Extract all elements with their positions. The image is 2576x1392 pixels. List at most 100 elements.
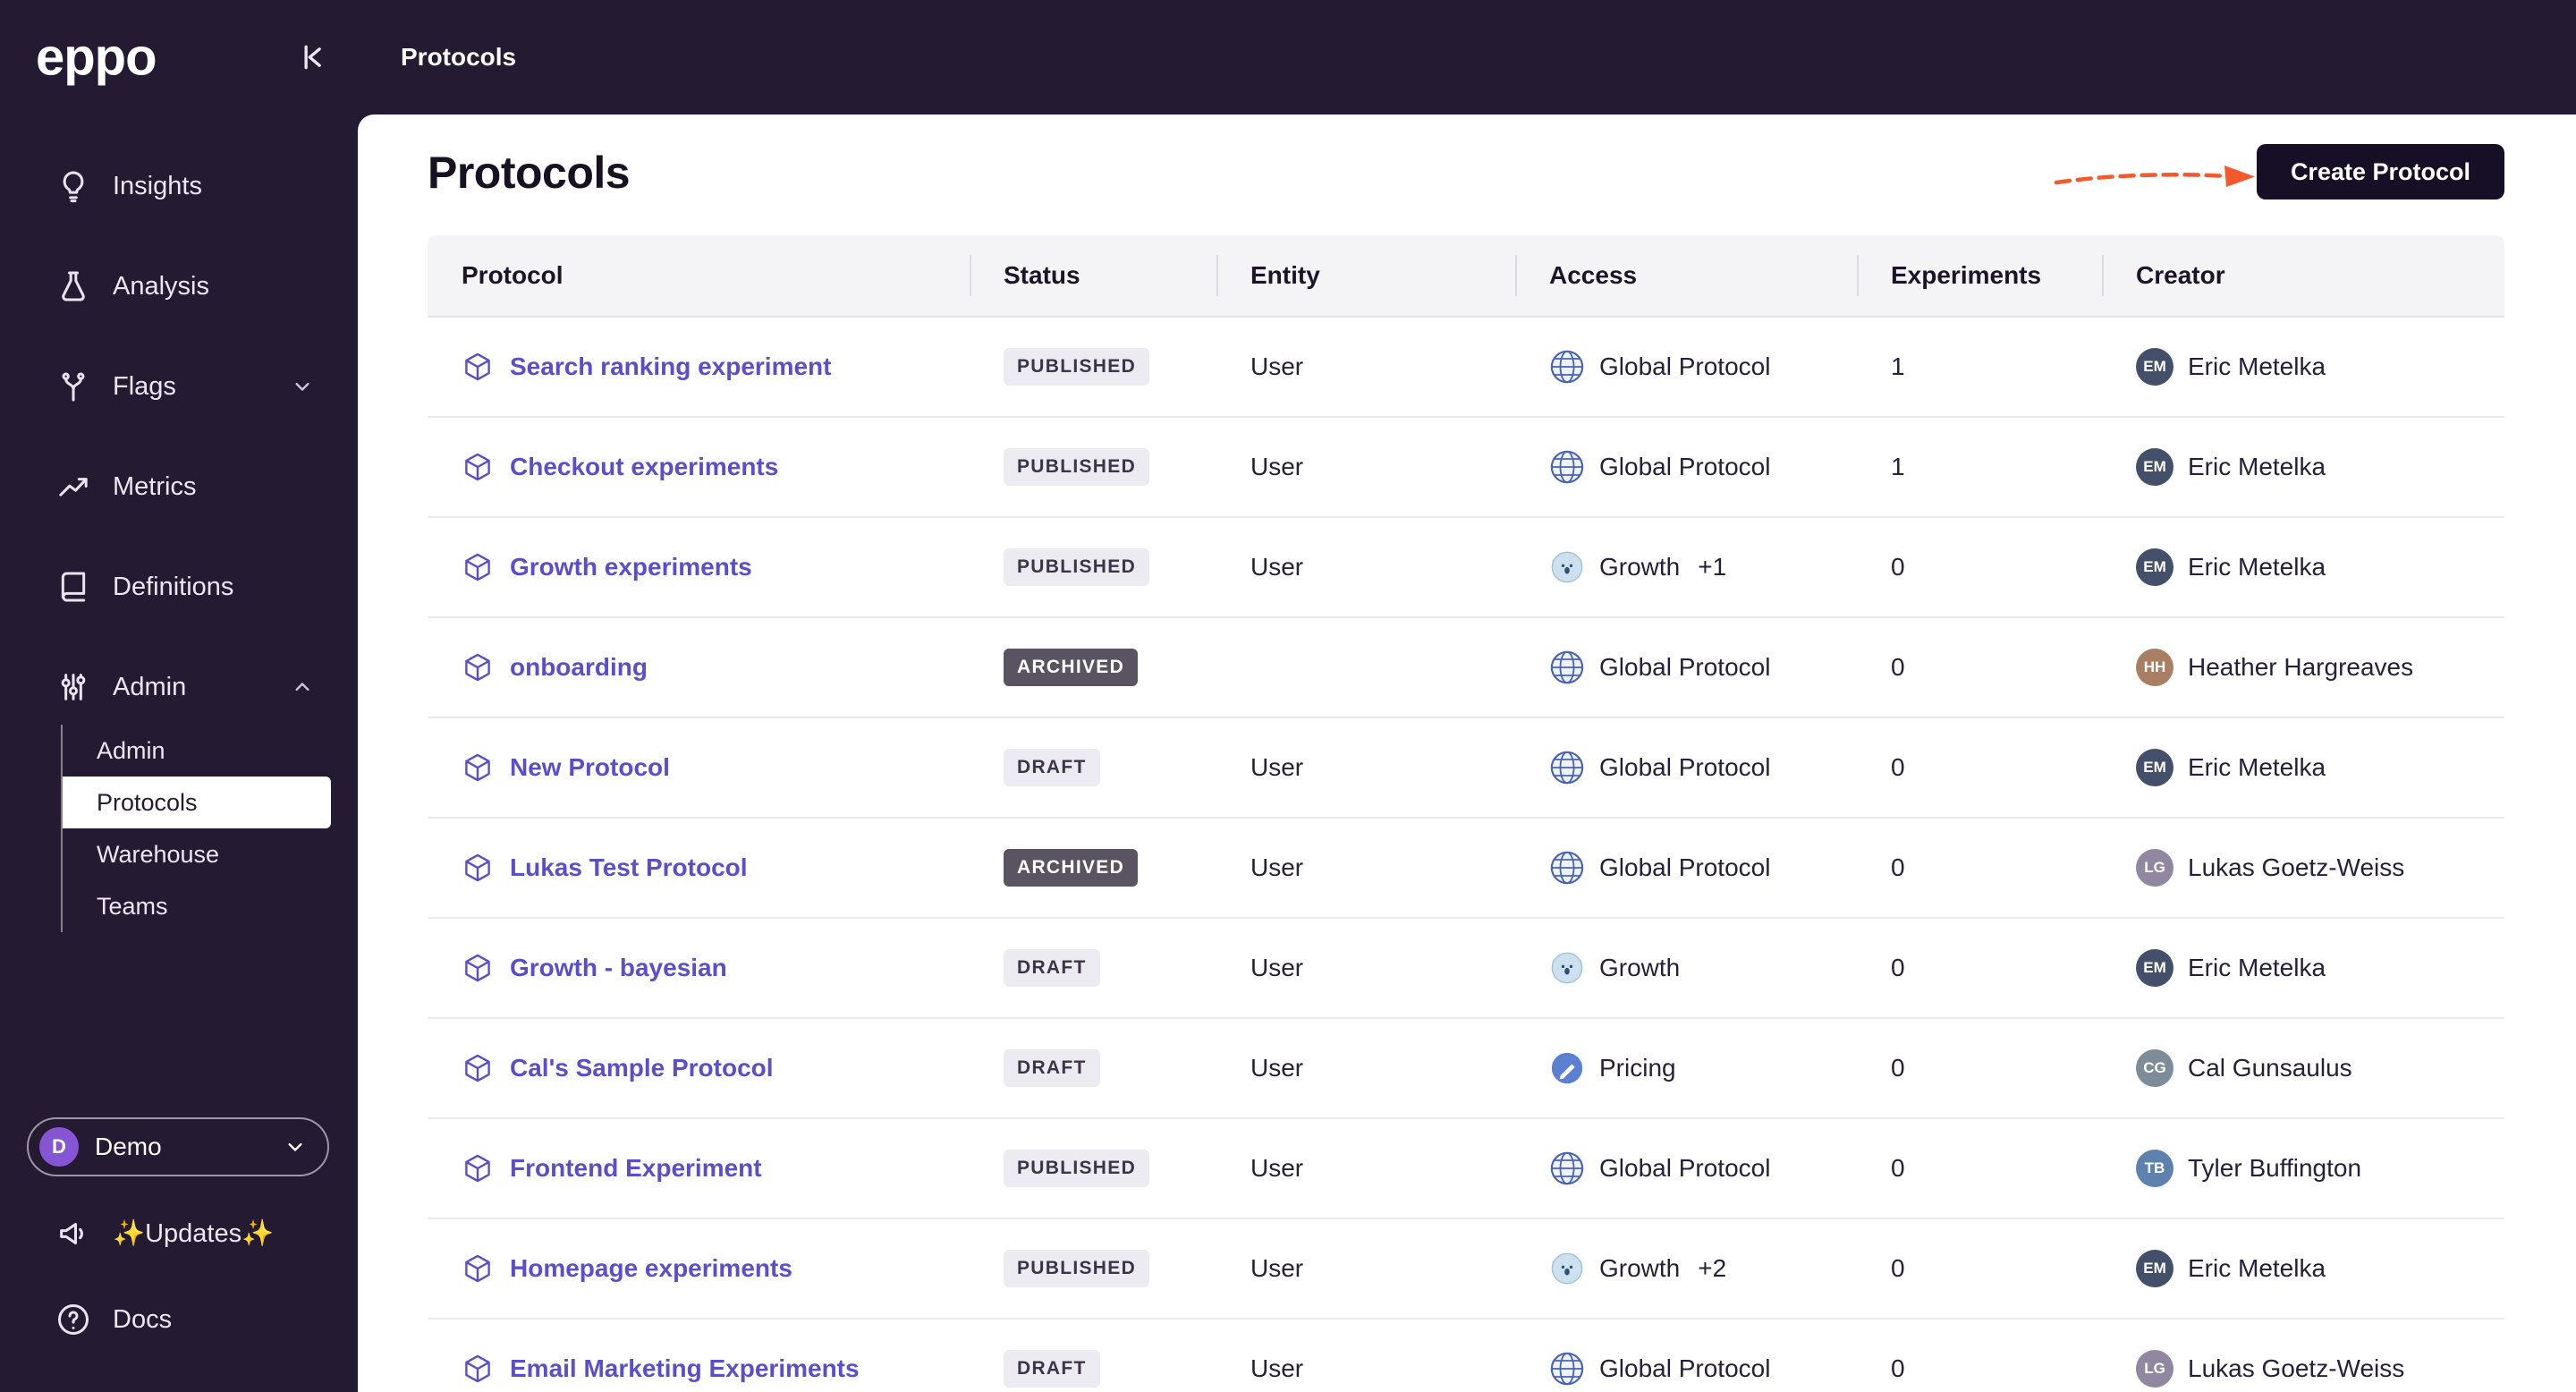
status-badge: DRAFT: [1004, 749, 1100, 786]
sidebar-subitem-teams[interactable]: Teams: [63, 880, 331, 932]
sidebar-item-label: ✨Updates✨: [113, 1219, 275, 1248]
protocol-link[interactable]: Growth experiments: [510, 553, 752, 581]
chevron-down-icon: [283, 1134, 308, 1159]
annotation-arrow-icon: [2054, 166, 2255, 187]
page-header: Protocols Create Protocol: [358, 115, 2576, 235]
megaphone-icon: [55, 1216, 91, 1252]
protocol-icon: [462, 451, 494, 483]
column-header-access: Access: [1515, 235, 1857, 316]
creator-name: Cal Gunsaulus: [2188, 1054, 2352, 1082]
sidebar-item-insights[interactable]: Insights: [0, 136, 358, 236]
sidebar-item-label: Docs: [113, 1304, 173, 1334]
sidebar-item-definitions[interactable]: Definitions: [0, 537, 358, 637]
protocol-icon: [462, 651, 494, 683]
creator-name: Eric Metelka: [2188, 954, 2326, 981]
protocol-icon: [462, 1152, 494, 1184]
table-row: Growth experiments PUBLISHED User Growth…: [428, 518, 2504, 618]
creator-avatar: LG: [2136, 849, 2174, 887]
entity-cell: User: [1250, 553, 1304, 581]
column-header-experiments: Experiments: [1857, 235, 2102, 316]
protocol-link[interactable]: Growth - bayesian: [510, 954, 727, 982]
access-team-icon: [1549, 1351, 1585, 1387]
protocols-table: Protocol Status Entity Access Experiment…: [428, 235, 2504, 1392]
chevron-up-icon: [290, 675, 315, 700]
definitions-icon: [55, 569, 91, 605]
entity-cell: User: [1250, 853, 1304, 881]
status-badge: ARCHIVED: [1004, 649, 1139, 686]
status-badge: PUBLISHED: [1004, 348, 1150, 386]
insights-icon: [55, 168, 91, 204]
collapse-sidebar-icon: [293, 39, 329, 75]
access-extra-count: +2: [1698, 1254, 1727, 1282]
experiments-count: 0: [1891, 954, 1905, 981]
entity-cell: User: [1250, 753, 1304, 781]
access-team-icon: [1549, 549, 1585, 585]
sidebar-subitem-warehouse[interactable]: Warehouse: [63, 828, 331, 880]
experiments-count: 1: [1891, 352, 1905, 380]
protocol-icon: [462, 1252, 494, 1285]
sidebar-item-metrics[interactable]: Metrics: [0, 437, 358, 537]
status-badge: PUBLISHED: [1004, 1250, 1150, 1287]
access-label: Global Protocol: [1599, 1354, 1771, 1382]
protocol-link[interactable]: Search ranking experiment: [510, 352, 831, 381]
protocol-link[interactable]: New Protocol: [510, 753, 670, 782]
creator-avatar: EM: [2136, 749, 2174, 786]
access-label: Pricing: [1599, 1054, 1676, 1082]
entity-cell: User: [1250, 954, 1304, 981]
protocol-link[interactable]: Homepage experiments: [510, 1254, 792, 1283]
creator-avatar: EM: [2136, 949, 2174, 987]
sidebar-item-flags[interactable]: Flags: [0, 336, 358, 437]
protocol-link[interactable]: onboarding: [510, 653, 648, 682]
sidebar-subitem-protocols[interactable]: Protocols: [63, 777, 331, 828]
table-row: Checkout experiments PUBLISHED User Glob…: [428, 418, 2504, 518]
sidebar-collapse-button[interactable]: [288, 34, 335, 81]
protocol-link[interactable]: Cal's Sample Protocol: [510, 1054, 774, 1082]
table-row: Cal's Sample Protocol DRAFT User Pricing…: [428, 1019, 2504, 1119]
experiments-count: 0: [1891, 753, 1905, 781]
creator-avatar: EM: [2136, 448, 2174, 486]
entity-cell: User: [1250, 1254, 1304, 1282]
sidebar-item-admin[interactable]: Admin: [0, 637, 358, 737]
sidebar-item-label: Admin: [113, 672, 187, 701]
status-badge: PUBLISHED: [1004, 448, 1150, 486]
sidebar-item-label: Definitions: [113, 572, 234, 601]
status-badge: DRAFT: [1004, 1049, 1100, 1087]
status-badge: ARCHIVED: [1004, 849, 1139, 887]
workspace-avatar: D: [39, 1127, 79, 1167]
protocol-link[interactable]: Lukas Test Protocol: [510, 853, 748, 882]
creator-name: Eric Metelka: [2188, 1254, 2326, 1282]
access-team-icon: [1549, 1050, 1585, 1086]
access-label: Growth: [1599, 1254, 1681, 1282]
sidebar-item-analysis[interactable]: Analysis: [0, 236, 358, 336]
experiments-count: 0: [1891, 1054, 1905, 1082]
sidebar-item-label: Flags: [113, 371, 176, 401]
access-team-icon: [1549, 1150, 1585, 1186]
protocol-icon: [462, 351, 494, 383]
creator-avatar: EM: [2136, 1250, 2174, 1287]
entity-cell: User: [1250, 1154, 1304, 1182]
access-label: Global Protocol: [1599, 853, 1771, 881]
protocol-link[interactable]: Checkout experiments: [510, 453, 778, 481]
protocol-icon: [462, 1052, 494, 1084]
creator-avatar: TB: [2136, 1150, 2174, 1187]
sidebar-item-docs[interactable]: Docs: [0, 1286, 358, 1354]
protocol-icon: [462, 551, 494, 583]
eppo-logo[interactable]: eppo: [36, 28, 157, 88]
access-label: Global Protocol: [1599, 753, 1771, 781]
entity-cell: User: [1250, 1354, 1304, 1382]
sidebar-subitem-admin[interactable]: Admin: [63, 725, 331, 777]
protocol-link[interactable]: Frontend Experiment: [510, 1154, 762, 1183]
table-row: onboarding ARCHIVED Global Protocol 0 HH…: [428, 618, 2504, 718]
create-protocol-button[interactable]: Create Protocol: [2256, 144, 2504, 199]
flags-icon: [55, 369, 91, 404]
creator-name: Eric Metelka: [2188, 753, 2326, 781]
workspace-switcher[interactable]: D Demo: [27, 1117, 329, 1176]
experiments-count: 1: [1891, 453, 1905, 480]
access-label: Growth: [1599, 553, 1681, 581]
access-label: Global Protocol: [1599, 453, 1771, 480]
status-badge: DRAFT: [1004, 949, 1100, 987]
sidebar-item-updates[interactable]: ✨Updates✨: [0, 1200, 358, 1268]
protocol-link[interactable]: Email Marketing Experiments: [510, 1354, 860, 1383]
sidebar: Insights Analysis Flags Metrics Definiti…: [0, 115, 358, 1392]
creator-avatar: HH: [2136, 649, 2174, 686]
